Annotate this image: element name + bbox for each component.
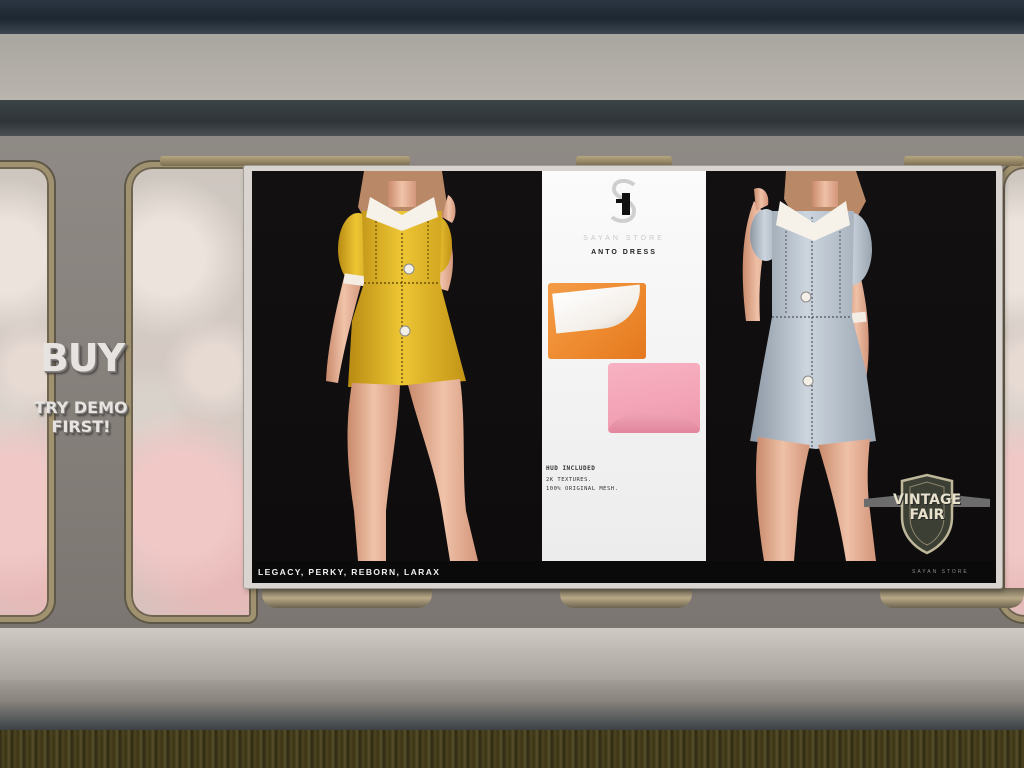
frame-molding-top — [160, 156, 410, 166]
floral-wall-panel-middle — [126, 162, 256, 622]
sayan-store-logo-icon — [610, 179, 637, 223]
poster-bottom-bar: LEGACY, PERKY, REBORN, LARAX SAYAN STORE — [252, 561, 996, 583]
floral-wall-panel-left — [0, 162, 54, 622]
texture-swatch-orange — [548, 283, 646, 359]
store-name: SAYAN STORE — [583, 235, 665, 242]
try-demo-sign[interactable]: TRY DEMO FIRST! — [22, 398, 140, 436]
try-demo-line1: TRY DEMO — [34, 398, 128, 417]
frame-molding-top — [576, 156, 672, 166]
ceiling — [0, 0, 1024, 34]
wall-trim-band — [0, 100, 1024, 136]
baseboard — [0, 680, 1024, 730]
frame-molding-top — [904, 156, 1024, 166]
feature-heading: HUD INCLUDED — [546, 465, 596, 472]
upper-wall — [0, 34, 1024, 100]
model-left-figure — [326, 171, 478, 561]
frame-molding-bottom — [262, 588, 432, 608]
buy-sign[interactable]: BUY — [26, 336, 138, 380]
badge-line2: FAIR — [909, 507, 945, 523]
product-ad-poster[interactable]: SAYAN STORE ANTO DRESS HUD INCLUDED 2K T… — [252, 171, 996, 583]
feature-list: HUD INCLUDED 2K TEXTURES. 100% ORIGINAL … — [546, 464, 696, 494]
frame-molding-bottom — [880, 588, 1024, 608]
compatible-bodies: LEGACY, PERKY, REBORN, LARAX — [258, 567, 441, 577]
try-demo-line2: FIRST! — [51, 417, 111, 436]
feature-item: 2K TEXTURES. — [546, 477, 592, 483]
product-info-strip: SAYAN STORE ANTO DRESS HUD INCLUDED 2K T… — [542, 171, 706, 561]
grass-floor — [0, 730, 1024, 768]
product-name: ANTO DRESS — [591, 249, 657, 256]
badge-line1: VINTAGE — [892, 492, 962, 508]
display-shelf — [0, 628, 1024, 680]
model-left-yellow-dress — [252, 171, 542, 561]
frame-molding-bottom — [560, 588, 692, 608]
vintage-fair-badge-icon: VINTAGE FAIR — [862, 473, 992, 555]
model-right-blue-dress: VINTAGE FAIR — [706, 171, 996, 561]
texture-swatch-pink — [608, 363, 700, 433]
feature-item: 100% ORIGINAL MESH. — [546, 486, 619, 492]
footer-brand: SAYAN STORE — [912, 569, 969, 575]
